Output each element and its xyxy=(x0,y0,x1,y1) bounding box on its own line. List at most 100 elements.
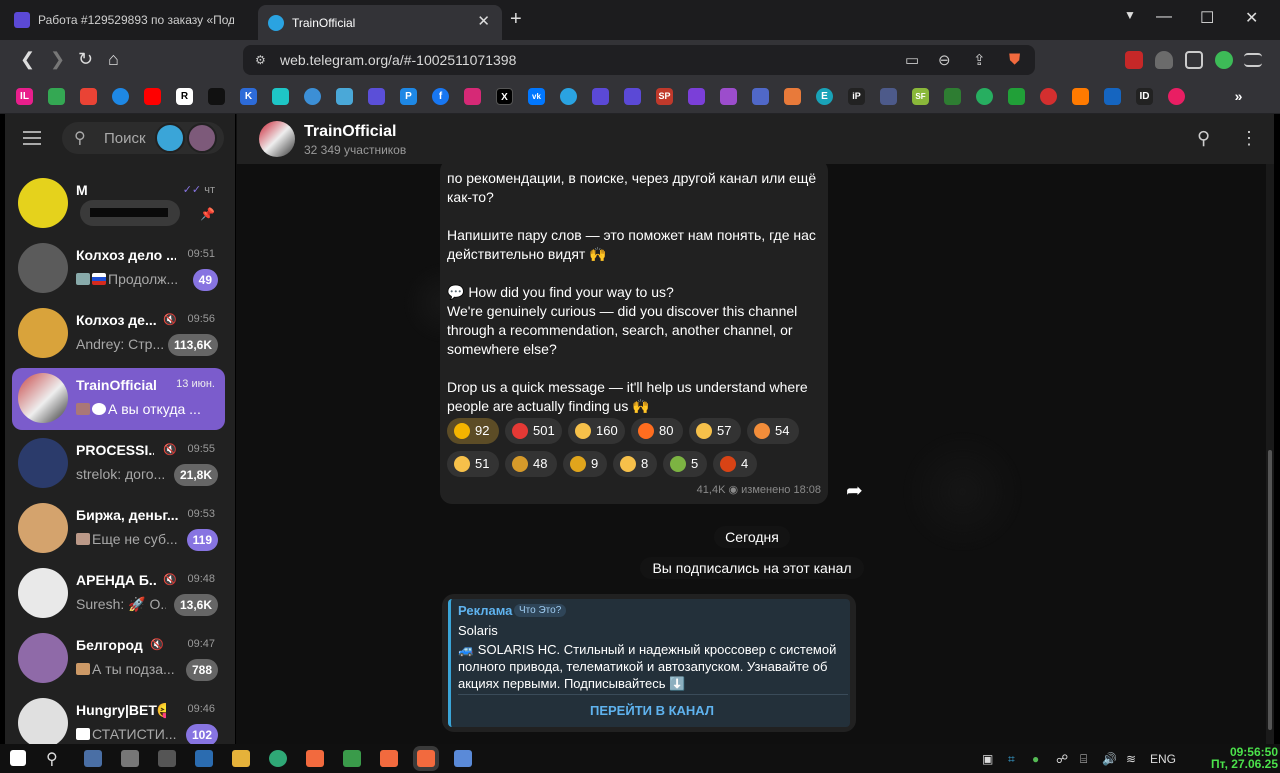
reaction-trophy[interactable]: 9 xyxy=(563,451,607,477)
bookmark-ip-icon[interactable]: iP xyxy=(848,88,865,105)
bookmark-rub-icon[interactable] xyxy=(1008,88,1025,105)
chat-item-belgorod[interactable]: Белгород 🔇 09:47 А ты подза... 788 xyxy=(12,628,225,688)
bookmark-vk-icon[interactable]: vk xyxy=(528,88,545,105)
go-to-channel-button[interactable]: ПЕРЕЙТИ В КАНАЛ xyxy=(451,703,853,718)
bookmark-chat-icon[interactable] xyxy=(752,88,769,105)
network-icon[interactable]: ⌸ xyxy=(1080,752,1087,767)
chat-header[interactable]: TrainOfficial 32 349 участников ⚲ ⋮ xyxy=(236,114,1274,164)
cast-icon[interactable]: ▭ xyxy=(905,51,919,69)
bookmark-maps-icon[interactable] xyxy=(784,88,801,105)
start-icon[interactable] xyxy=(10,750,26,766)
clock[interactable]: 09:56:50 Пт, 27.06.25 xyxy=(1194,746,1278,770)
channel-post[interactable]: по рекомендации, в поиске, через другой … xyxy=(440,159,828,504)
hamburger-menu-icon[interactable] xyxy=(23,131,41,145)
bookmark-il-icon[interactable]: IL xyxy=(16,88,33,105)
tray-app-icon[interactable]: ☍ xyxy=(1056,752,1068,766)
forward-share-icon[interactable]: ➦ xyxy=(846,478,863,503)
chat-item-processing[interactable]: PROCESSI... 🔇 09:55 strelok: дого... 21,… xyxy=(12,433,225,493)
bookmark-sf-icon[interactable]: SF xyxy=(912,88,929,105)
brave-icon[interactable] xyxy=(380,750,398,767)
site-settings-icon[interactable]: ⚙ xyxy=(255,53,266,67)
bookmark-cube-icon[interactable] xyxy=(272,88,289,105)
volume-icon[interactable]: 🔊 xyxy=(1102,752,1117,766)
search-icon[interactable]: ⚲ xyxy=(1197,128,1210,149)
back-icon[interactable]: ❮ xyxy=(20,49,35,70)
chat-item-kolkhoz-1[interactable]: Колхоз дело ... 09:51 Продолж... 49 xyxy=(12,238,225,298)
bookmark-circle-icon[interactable] xyxy=(976,88,993,105)
bookmark-instagram-icon[interactable] xyxy=(464,88,481,105)
reaction-thumbs-up[interactable]: 160 xyxy=(568,418,625,444)
bookmark-telegram-icon[interactable] xyxy=(560,88,577,105)
close-window-icon[interactable]: ✕ xyxy=(1245,8,1258,28)
bookmark-link-icon[interactable] xyxy=(336,88,353,105)
wifi-icon[interactable]: ≋ xyxy=(1126,752,1136,766)
reload-icon[interactable]: ↻ xyxy=(78,49,93,70)
sponsored-message[interactable]: Реклама Что Это? Solaris 🚙 SOLARIS HC. С… xyxy=(442,594,856,732)
bookmark-diamond-icon[interactable] xyxy=(720,88,737,105)
home-icon[interactable]: ⌂ xyxy=(108,49,119,70)
chat-item-kolkhoz-2[interactable]: Колхоз де... 🔇 09:56 Andrey: Стр... 113,… xyxy=(12,303,225,363)
new-tab-icon[interactable]: + xyxy=(510,8,522,31)
story-avatar[interactable] xyxy=(155,123,185,153)
bookmark-globe-icon[interactable] xyxy=(304,88,321,105)
tray-app-icon[interactable]: ▣ xyxy=(982,752,993,766)
bookmark-u-icon[interactable] xyxy=(592,88,609,105)
tab-work-order[interactable]: Работа #129529893 по заказу «Подпи xyxy=(14,5,250,35)
share-icon[interactable]: ⇪ xyxy=(973,51,986,69)
channel-avatar[interactable] xyxy=(259,121,295,157)
bookmark-v-icon[interactable] xyxy=(880,88,897,105)
hd-extension-icon[interactable] xyxy=(1125,51,1143,69)
bookmark-id-icon[interactable]: ID xyxy=(1136,88,1153,105)
more-options-icon[interactable]: ⋮ xyxy=(1240,128,1258,149)
reaction-thumbs-down[interactable]: 8 xyxy=(613,451,657,477)
more-bookmarks-icon[interactable]: » xyxy=(1230,88,1247,105)
chat-item-trainofficial[interactable]: TrainOfficial 13 июн. А вы откуда ... xyxy=(12,368,225,430)
bookmark-p-icon[interactable]: P xyxy=(400,88,417,105)
search-icon[interactable]: ⚲ xyxy=(46,749,58,769)
search-input[interactable]: ⚲ Поиск xyxy=(62,122,224,154)
reaction-heart-eyes[interactable]: 54 xyxy=(747,418,799,444)
reaction-clap[interactable]: 57 xyxy=(689,418,741,444)
minimize-icon[interactable]: — xyxy=(1156,8,1172,26)
chat-item-hungrybet[interactable]: Hungry|BET😝 09:46 СТАТИСТИ... 102 xyxy=(12,693,225,744)
scrollbar-thumb[interactable] xyxy=(1268,450,1272,730)
bookmark-mail-icon[interactable] xyxy=(112,88,129,105)
keyboard-icon[interactable] xyxy=(195,750,213,767)
taskbar-app-icon[interactable] xyxy=(84,750,102,767)
bookmark-youtube-icon[interactable] xyxy=(144,88,161,105)
bookmark-x-icon[interactable]: X xyxy=(496,88,513,105)
bookmark-fire-icon[interactable] xyxy=(1072,88,1089,105)
language-indicator[interactable]: ENG xyxy=(1150,752,1176,766)
menu-icon[interactable] xyxy=(1244,53,1262,67)
bookmark-tiktok-icon[interactable] xyxy=(208,88,225,105)
tab-search-icon[interactable]: ▼ xyxy=(1124,8,1136,22)
story-avatar[interactable] xyxy=(187,123,217,153)
reaction-angry[interactable]: 4 xyxy=(713,451,757,477)
bookmark-facebook-icon[interactable]: f xyxy=(432,88,449,105)
bookmark-ozon-icon[interactable] xyxy=(1104,88,1121,105)
bookmark-gmail-icon[interactable] xyxy=(80,88,97,105)
tray-crop-icon[interactable]: ⌗ xyxy=(1008,752,1015,767)
taskbar-app-icon[interactable] xyxy=(343,750,361,767)
bookmark-r-icon[interactable]: R xyxy=(176,88,193,105)
forward-icon[interactable]: ❯ xyxy=(50,49,65,70)
chat-item-birzha[interactable]: Биржа, деньг... 09:53 Еще не суб... 119 xyxy=(12,498,225,558)
address-bar[interactable]: ⚙ web.telegram.org/a/#-1002511071398 ▭ ⊖… xyxy=(243,45,1035,75)
zoom-icon[interactable]: ⊖ xyxy=(938,51,951,69)
bookmark-drive-icon[interactable] xyxy=(48,88,65,105)
reaction-star[interactable]: 92 xyxy=(447,418,499,444)
close-tab-icon[interactable]: ✕ xyxy=(477,12,490,30)
bookmark-e-icon[interactable]: E xyxy=(816,88,833,105)
brave-shield-icon[interactable]: ⛊ xyxy=(1009,51,1020,68)
reaction-fire[interactable]: 80 xyxy=(631,418,683,444)
profile-icon[interactable] xyxy=(1215,51,1233,69)
folder-icon[interactable] xyxy=(232,750,250,767)
bookmark-play-icon[interactable] xyxy=(688,88,705,105)
bookmark-chart-icon[interactable] xyxy=(944,88,961,105)
bookmark-mts-icon[interactable] xyxy=(1040,88,1057,105)
tray-app-icon[interactable]: ● xyxy=(1032,752,1039,766)
shield-extension-icon[interactable] xyxy=(1155,51,1173,69)
taskbar-app-icon[interactable] xyxy=(158,750,176,767)
reaction-heart[interactable]: 501 xyxy=(505,418,562,444)
reaction-vomit[interactable]: 5 xyxy=(663,451,707,477)
